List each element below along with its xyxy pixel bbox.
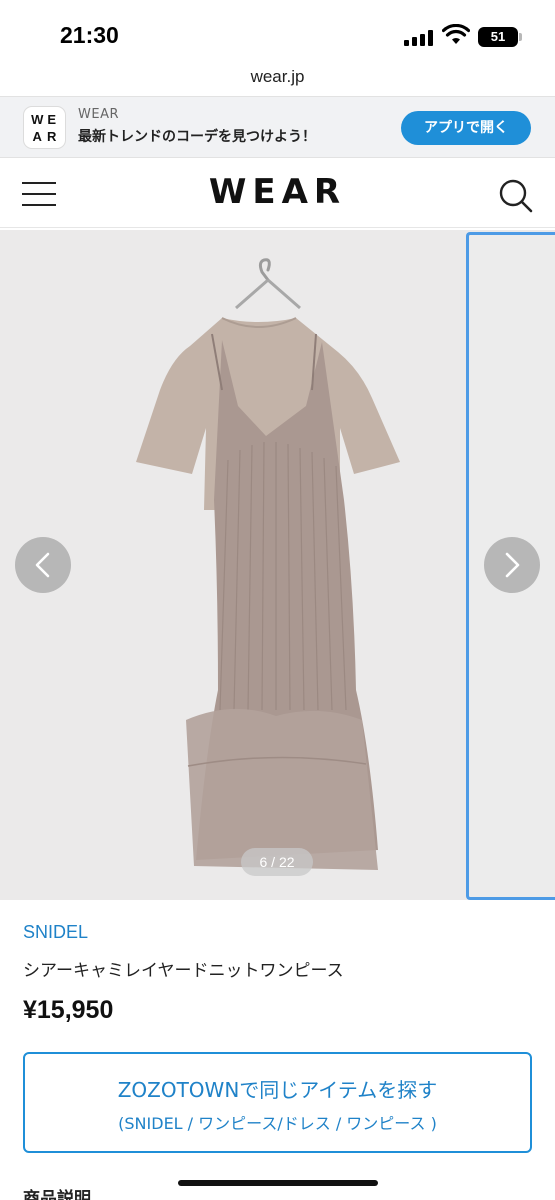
wifi-icon bbox=[442, 24, 470, 44]
home-indicator[interactable] bbox=[178, 1180, 378, 1186]
product-image-gallery[interactable]: 6 / 22 bbox=[0, 230, 555, 900]
hamburger-menu-icon[interactable] bbox=[22, 180, 56, 208]
zozotown-search-title: ZOZOTOWNで同じアイテムを探す bbox=[117, 1078, 438, 1102]
brand-link[interactable]: SNIDEL bbox=[23, 922, 88, 943]
status-bar: 21:30 51 bbox=[0, 0, 555, 62]
app-tagline: 最新トレンドのコーデを見つけよう！ bbox=[78, 129, 316, 145]
open-in-app-button[interactable]: アプリで開く bbox=[401, 111, 531, 145]
status-time: 21:30 bbox=[60, 22, 119, 48]
previous-image-button[interactable] bbox=[15, 537, 71, 593]
app-logo-letter: R bbox=[47, 129, 57, 144]
chevron-right-icon bbox=[505, 552, 520, 578]
site-header: WEAR bbox=[0, 158, 555, 228]
cellular-signal-icon bbox=[404, 30, 436, 46]
app-name: WEAR bbox=[78, 107, 119, 122]
app-logo-letter: A bbox=[32, 129, 42, 144]
product-description-heading: 商品説明 bbox=[23, 1189, 91, 1200]
zozotown-search-category: (SNIDEL / ワンピース/ドレス / ワンピース ) bbox=[118, 1114, 437, 1133]
app-logo: W E A R bbox=[23, 106, 66, 149]
battery-icon: 51 bbox=[478, 27, 518, 47]
app-logo-letter: E bbox=[47, 112, 57, 127]
image-counter: 6 / 22 bbox=[241, 848, 313, 876]
next-image-button[interactable] bbox=[484, 537, 540, 593]
search-icon[interactable] bbox=[498, 178, 534, 214]
chevron-left-icon bbox=[35, 552, 50, 578]
zozotown-search-button[interactable]: ZOZOTOWNで同じアイテムを探す (SNIDEL / ワンピース/ドレス /… bbox=[23, 1052, 532, 1153]
product-price: ¥15,950 bbox=[23, 996, 114, 1024]
product-name: シアーキャミレイヤードニットワンピース bbox=[23, 961, 344, 981]
app-banner: W E A R WEAR 最新トレンドのコーデを見つけよう！ アプリで開く bbox=[0, 96, 555, 158]
battery-level: 51 bbox=[490, 29, 506, 44]
battery-cap bbox=[519, 33, 522, 41]
site-logo[interactable]: WEAR bbox=[0, 172, 555, 212]
app-logo-letter: W bbox=[31, 112, 44, 127]
browser-url[interactable]: wear.jp bbox=[0, 62, 555, 96]
